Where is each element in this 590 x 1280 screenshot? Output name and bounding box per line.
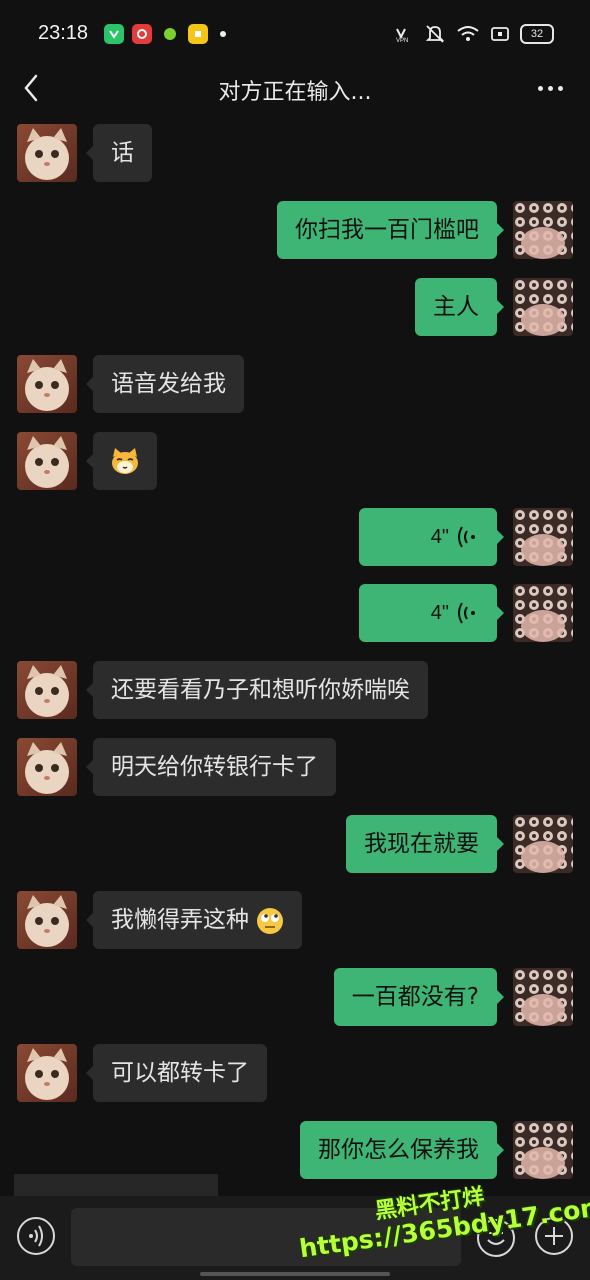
green-app-icon: [104, 24, 124, 44]
cat-face-emoji-icon: [112, 448, 138, 474]
wifi-icon: [456, 25, 480, 43]
incoming-message[interactable]: [86, 432, 157, 490]
contact-avatar[interactable]: [17, 124, 77, 182]
contact-avatar[interactable]: [17, 355, 77, 413]
chat-header: 对方正在输入...: [0, 62, 590, 114]
incoming-message[interactable]: 我懒得弄这种: [85, 891, 303, 949]
battery-icon: 32: [520, 24, 554, 44]
voice-duration: 4": [430, 526, 449, 548]
contact-avatar[interactable]: [17, 891, 77, 949]
incoming-message-text: 我懒得弄这种: [111, 907, 249, 933]
vpn-icon: VPN: [394, 25, 414, 43]
voice-duration: 4": [430, 602, 449, 624]
more-options-button[interactable]: [532, 78, 568, 98]
my-avatar[interactable]: [513, 201, 573, 259]
chat-title: 对方正在输入...: [218, 80, 372, 105]
contact-avatar[interactable]: [17, 1044, 77, 1102]
incoming-message[interactable]: 语音发给我: [86, 355, 244, 413]
more-notifications-dot: [220, 31, 226, 37]
incoming-message[interactable]: 可以都转卡了: [86, 1044, 267, 1102]
more-dot-icon: [547, 85, 553, 91]
outgoing-message[interactable]: 我现在就要: [346, 815, 504, 873]
voice-icon: [17, 1217, 55, 1255]
voice-message[interactable]: 4": [359, 584, 504, 642]
notification-icons: [104, 24, 226, 44]
voice-input-button[interactable]: [16, 1216, 56, 1256]
my-avatar[interactable]: [513, 278, 573, 336]
my-avatar[interactable]: [513, 968, 573, 1026]
voice-message[interactable]: 4": [359, 508, 504, 566]
contact-avatar[interactable]: [17, 738, 77, 796]
mute-icon: [424, 24, 446, 44]
red-app-icon: [132, 24, 152, 44]
outgoing-message[interactable]: 主人: [415, 278, 504, 336]
outgoing-message[interactable]: 一百都没有?: [333, 968, 505, 1026]
contact-avatar[interactable]: [17, 432, 77, 490]
home-indicator: [200, 1272, 390, 1276]
status-time: 23:18: [38, 22, 89, 44]
incoming-message[interactable]: 明天给你转银行卡了: [86, 738, 336, 796]
more-dot-icon: [557, 85, 563, 91]
svg-text:VPN: VPN: [396, 38, 408, 43]
green-dot-app-icon: [160, 24, 180, 44]
my-avatar[interactable]: [513, 508, 573, 566]
screen-icon: [490, 25, 510, 43]
my-avatar[interactable]: [513, 584, 573, 642]
voice-wave-icon: [458, 526, 475, 548]
system-icons: VPN 32: [394, 24, 554, 44]
my-avatar[interactable]: [513, 815, 573, 873]
yellow-app-icon: [188, 24, 208, 44]
voice-wave-icon: [458, 602, 475, 624]
rolling-eyes-emoji-icon: [257, 907, 284, 934]
incoming-message[interactable]: 话: [86, 124, 152, 182]
incoming-message[interactable]: 还要看看乃子和想听你娇喘唉: [86, 661, 428, 719]
outgoing-message[interactable]: 你扫我一百门槛吧: [277, 201, 504, 259]
more-dot-icon: [537, 85, 543, 91]
contact-avatar[interactable]: [17, 661, 77, 719]
